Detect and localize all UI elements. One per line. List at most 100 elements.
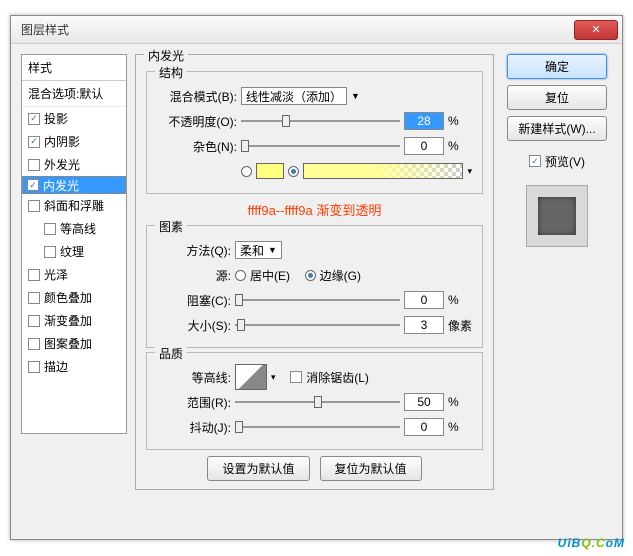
style-label: 渐变叠加 [44,312,92,329]
color-swatch[interactable] [256,163,284,179]
source-center-radio[interactable] [235,270,246,281]
style-label: 描边 [44,358,68,375]
style-checkbox[interactable] [28,315,40,327]
chevron-down-icon[interactable]: ▾ [467,166,472,177]
choke-label: 阻塞(C): [157,292,231,309]
style-label: 颜色叠加 [44,289,92,306]
window-title: 图层样式 [15,21,574,38]
new-style-button[interactable]: 新建样式(W)... [507,116,607,141]
blend-options-default[interactable]: 混合选项:默认 [22,81,126,107]
style-item-4[interactable]: 斜面和浮雕 [22,194,126,217]
blend-mode-label: 混合模式(B): [157,88,237,105]
style-item-3[interactable]: ✓ 内发光 [22,176,126,194]
jitter-slider[interactable] [235,419,400,435]
noise-slider[interactable] [241,138,400,154]
panel-title: 内发光 [144,47,188,64]
size-unit: 像素 [448,317,472,334]
style-item-9[interactable]: 渐变叠加 [22,309,126,332]
style-item-8[interactable]: 颜色叠加 [22,286,126,309]
jitter-label: 抖动(J): [157,419,231,436]
antialias-checkbox[interactable] [290,371,302,383]
style-item-5[interactable]: 等高线 [22,217,126,240]
style-checkbox[interactable] [28,269,40,281]
contour-label: 等高线: [157,369,231,386]
style-checkbox[interactable] [44,246,56,258]
technique-select[interactable]: 柔和 ▼ [235,241,282,259]
style-checkbox[interactable] [28,159,40,171]
contour-picker[interactable] [235,364,267,390]
quality-group: 品质 等高线: ▾ 消除锯齿(L) 范围(R): 50 % [146,352,483,450]
style-label: 光泽 [44,266,68,283]
style-item-0[interactable]: ✓ 投影 [22,107,126,130]
style-label: 内阴影 [44,133,80,150]
opacity-slider[interactable] [241,113,400,129]
gradient-radio[interactable] [288,166,299,177]
elements-group: 图素 方法(Q): 柔和 ▼ 源: 居中(E) 边缘(G) 阻塞(C): [146,225,483,348]
style-checkbox[interactable] [28,361,40,373]
chevron-down-icon[interactable]: ▾ [271,372,276,383]
quality-title: 品质 [155,345,187,362]
styles-list: 样式 混合选项:默认 ✓ 投影 ✓ 内阴影外发光 ✓ 内发光斜面和浮雕等高线纹理光泽颜色叠… [21,54,127,434]
cancel-button[interactable]: 复位 [507,85,607,110]
noise-unit: % [448,139,472,153]
style-label: 斜面和浮雕 [44,197,104,214]
source-label: 源: [157,267,231,284]
titlebar: 图层样式 ✕ [11,16,622,44]
choke-value[interactable]: 0 [404,291,444,309]
style-label: 图案叠加 [44,335,92,352]
style-checkbox[interactable] [28,338,40,350]
choke-slider[interactable] [235,292,400,308]
noise-label: 杂色(N): [157,138,237,155]
noise-value[interactable]: 0 [404,137,444,155]
style-item-6[interactable]: 纹理 [22,240,126,263]
choke-unit: % [448,293,472,307]
structure-title: 结构 [155,64,187,81]
style-checkbox[interactable] [44,223,56,235]
close-button[interactable]: ✕ [574,20,618,40]
style-label: 等高线 [60,220,96,237]
style-item-1[interactable]: ✓ 内阴影 [22,130,126,153]
range-value[interactable]: 50 [404,393,444,411]
range-unit: % [448,395,472,409]
style-item-7[interactable]: 光泽 [22,263,126,286]
size-slider[interactable] [235,317,400,333]
color-radio[interactable] [241,166,252,177]
style-checkbox[interactable]: ✓ [27,179,39,191]
structure-group: 结构 混合模式(B): 线性减淡（添加）▼ 不透明度(O): 28 % 杂色(N… [146,71,483,194]
range-slider[interactable] [235,394,400,410]
elements-title: 图素 [155,218,187,235]
style-checkbox[interactable] [28,200,40,212]
watermark: UiBQ.CoM [558,534,625,552]
jitter-unit: % [448,420,472,434]
opacity-unit: % [448,114,472,128]
style-checkbox[interactable]: ✓ [28,113,40,125]
preview-checkbox[interactable]: ✓ [529,155,541,167]
opacity-value[interactable]: 28 [404,112,444,130]
style-label: 纹理 [60,243,84,260]
style-item-2[interactable]: 外发光 [22,153,126,176]
chevron-down-icon[interactable]: ▼ [351,91,360,101]
style-label: 外发光 [44,156,80,173]
reset-default-button[interactable]: 复位为默认值 [320,456,422,481]
range-label: 范围(R): [157,394,231,411]
layer-style-dialog: 图层样式 ✕ 样式 混合选项:默认 ✓ 投影 ✓ 内阴影外发光 ✓ 内发光斜面和浮雕等高线… [10,15,623,540]
style-label: 投影 [44,110,68,127]
gradient-picker[interactable] [303,163,463,179]
gradient-note: ffff9a--ffff9a 渐变到透明 [146,198,483,221]
style-checkbox[interactable]: ✓ [28,136,40,148]
styles-header[interactable]: 样式 [22,55,126,81]
source-edge-radio[interactable] [305,270,316,281]
style-label: 内发光 [43,177,79,194]
size-value[interactable]: 3 [404,316,444,334]
antialias-label: 消除锯齿(L) [306,369,369,386]
chevron-down-icon: ▼ [268,245,277,255]
jitter-value[interactable]: 0 [404,418,444,436]
style-item-11[interactable]: 描边 [22,355,126,378]
style-item-10[interactable]: 图案叠加 [22,332,126,355]
preview-box [526,185,588,247]
set-default-button[interactable]: 设置为默认值 [207,456,309,481]
ok-button[interactable]: 确定 [507,54,607,79]
style-checkbox[interactable] [28,292,40,304]
inner-glow-panel: 内发光 结构 混合模式(B): 线性减淡（添加）▼ 不透明度(O): 28 % [135,54,494,490]
blend-mode-select[interactable]: 线性减淡（添加） [241,87,347,105]
